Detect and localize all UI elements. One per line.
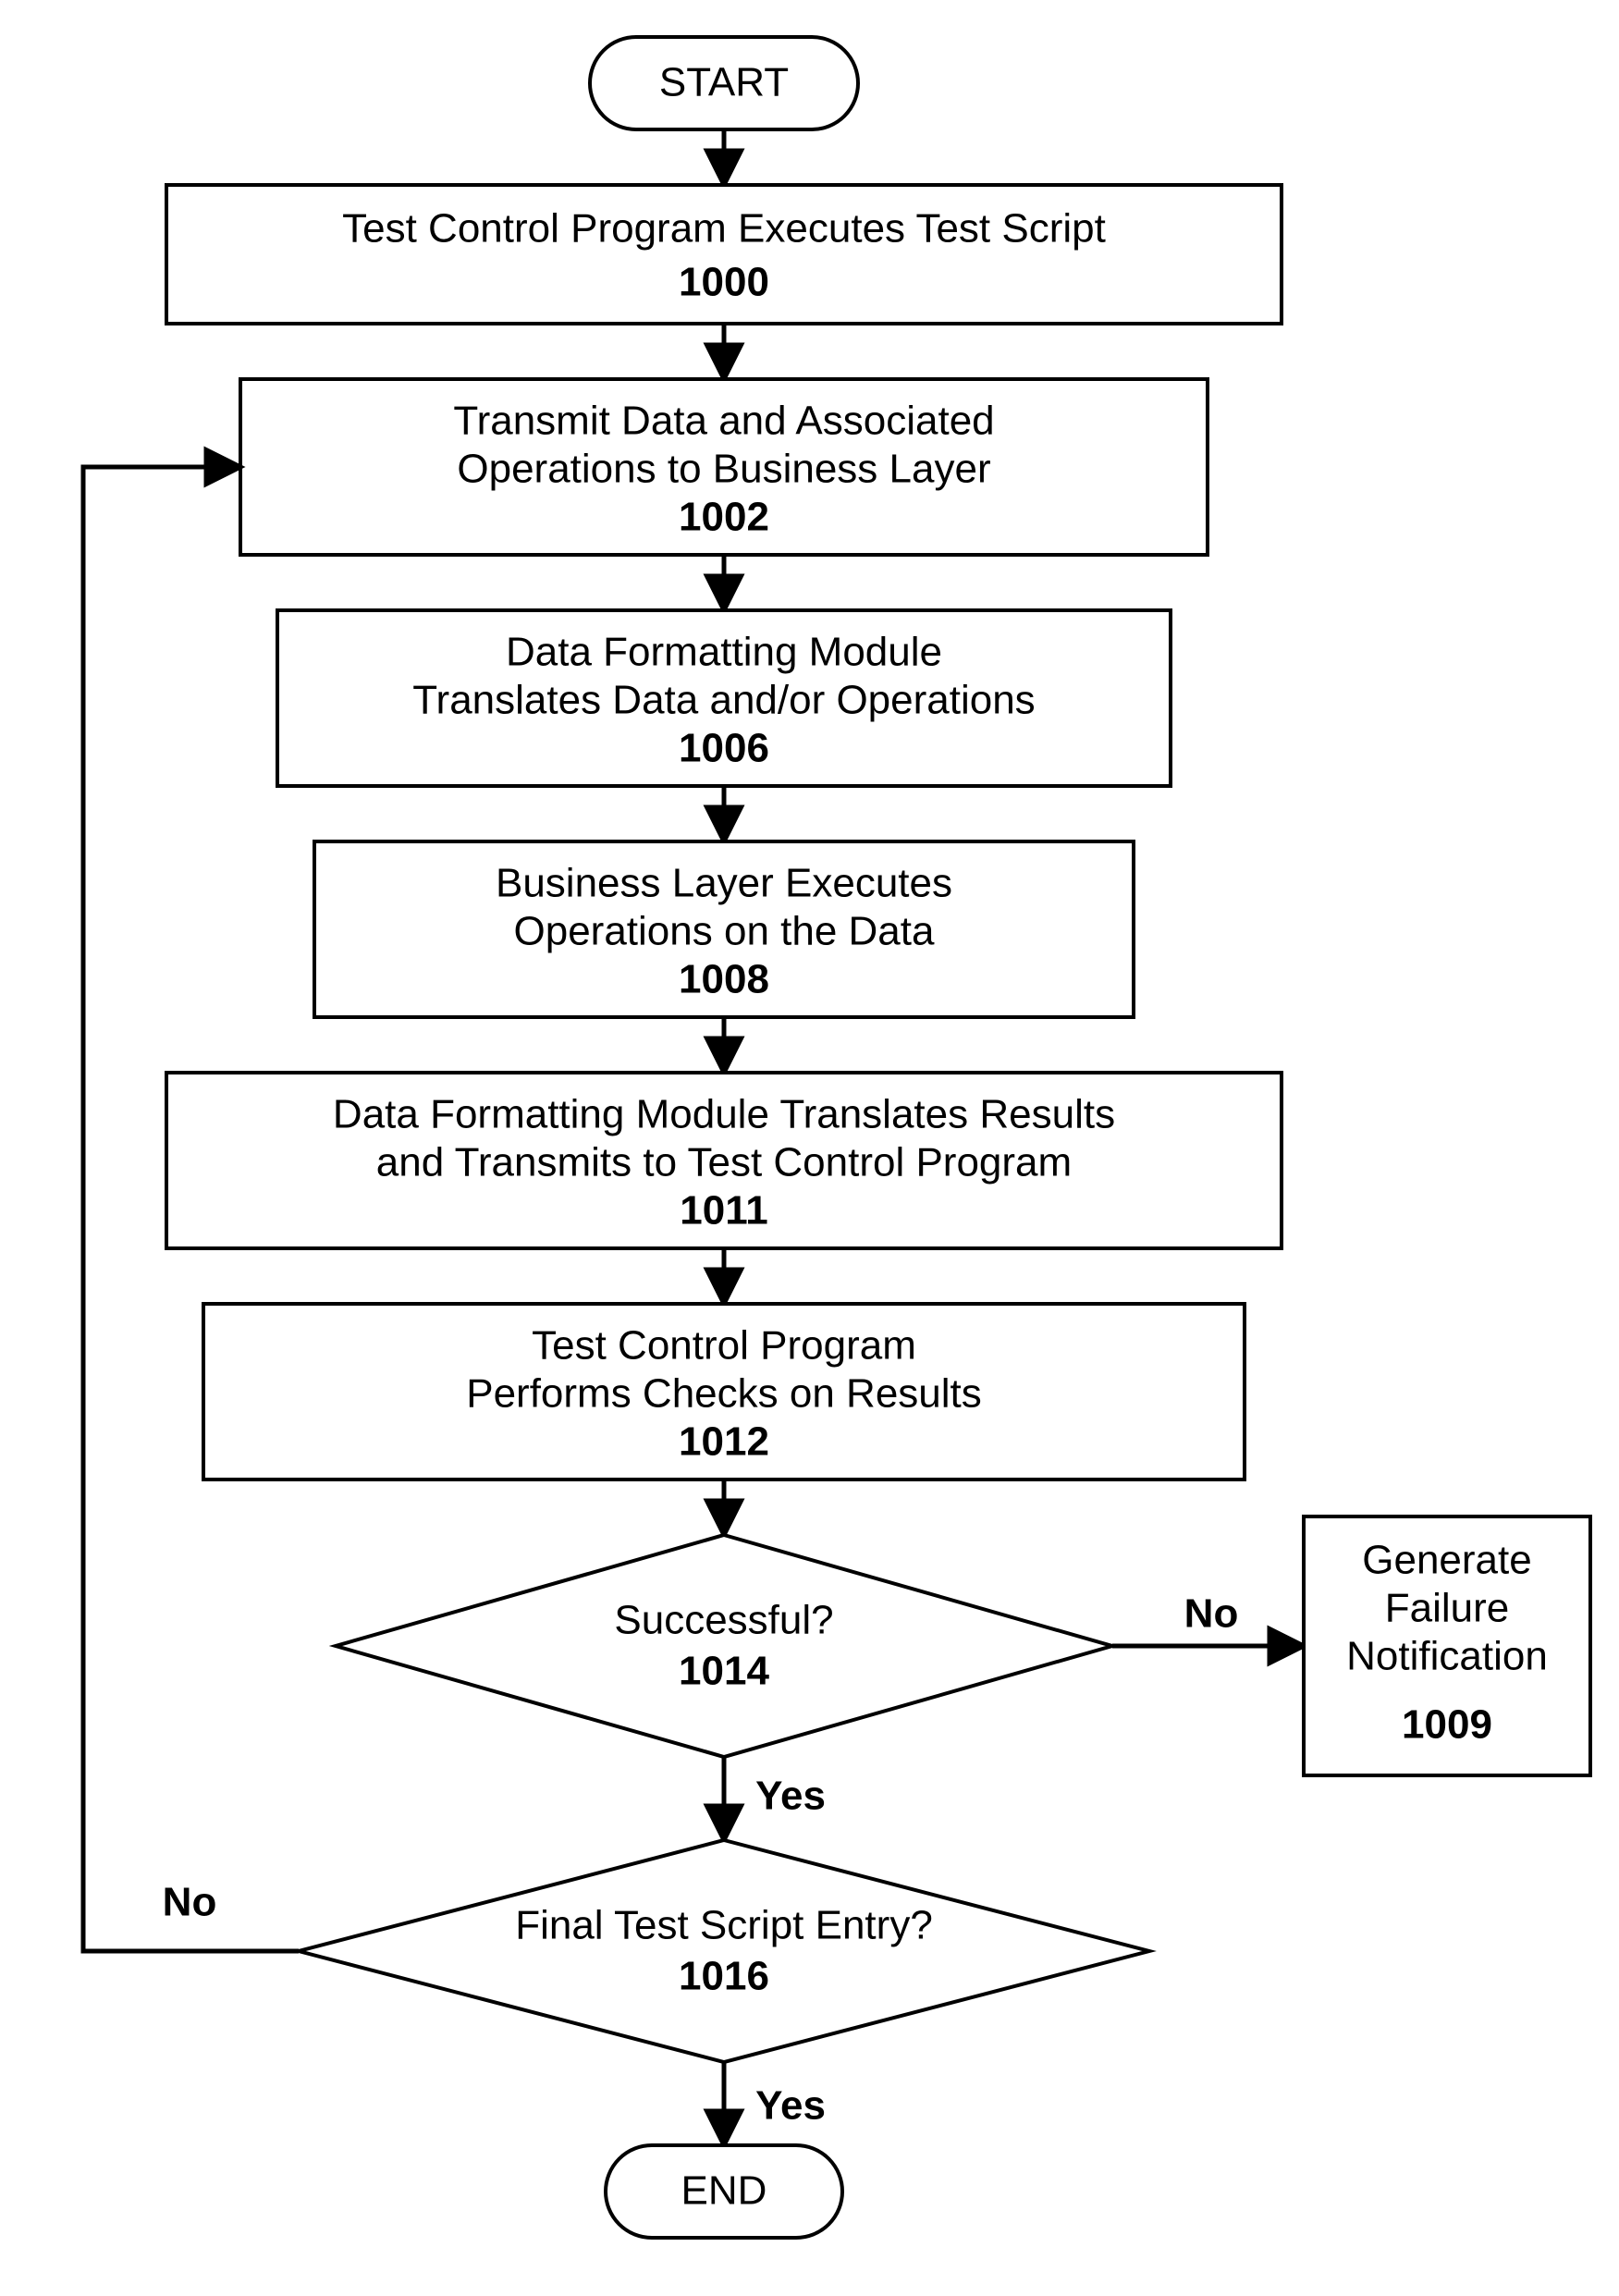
yes-label-1016: Yes (755, 2083, 826, 2129)
b1011-t1: Data Formatting Module Translates Result… (333, 1092, 1115, 1137)
b1002-t2: Operations to Business Layer (457, 447, 990, 492)
b1011-num: 1011 (680, 1188, 767, 1234)
b1008-t2: Operations on the Data (514, 909, 935, 954)
b1009-t1: Generate (1362, 1538, 1531, 1583)
b1012-t1: Test Control Program (532, 1323, 916, 1369)
b1002-t1: Transmit Data and Associated (453, 399, 994, 444)
b1008-t1: Business Layer Executes (496, 861, 952, 906)
decision-1016 (299, 1840, 1149, 2062)
b1006-t2: Translates Data and/or Operations (412, 678, 1035, 723)
d1016-num: 1016 (679, 1954, 769, 1999)
b1012-num: 1012 (679, 1419, 769, 1465)
b1009-t2: Failure (1385, 1586, 1510, 1631)
b1006-num: 1006 (679, 726, 769, 771)
d1014-num: 1014 (679, 1649, 769, 1694)
b1000-num: 1000 (679, 260, 769, 305)
b1009-num: 1009 (1402, 1702, 1492, 1748)
b1008-num: 1008 (679, 957, 769, 1002)
b1000-t1: Test Control Program Executes Test Scrip… (342, 206, 1106, 252)
b1009-t3: Notification (1346, 1634, 1548, 1679)
d1014-t1: Successful? (614, 1598, 833, 1643)
d1016-t1: Final Test Script Entry? (515, 1903, 933, 1948)
decision-1014 (336, 1535, 1112, 1757)
no-label-1016: No (163, 1880, 217, 1925)
start-label: START (659, 60, 789, 105)
no-label-1014: No (1184, 1591, 1239, 1637)
end-label: END (681, 2168, 767, 2214)
b1006-t1: Data Formatting Module (506, 630, 942, 675)
b1012-t2: Performs Checks on Results (466, 1371, 982, 1417)
b1002-num: 1002 (679, 495, 769, 540)
b1011-t2: and Transmits to Test Control Program (376, 1140, 1072, 1185)
yes-label-1014: Yes (755, 1774, 826, 1819)
